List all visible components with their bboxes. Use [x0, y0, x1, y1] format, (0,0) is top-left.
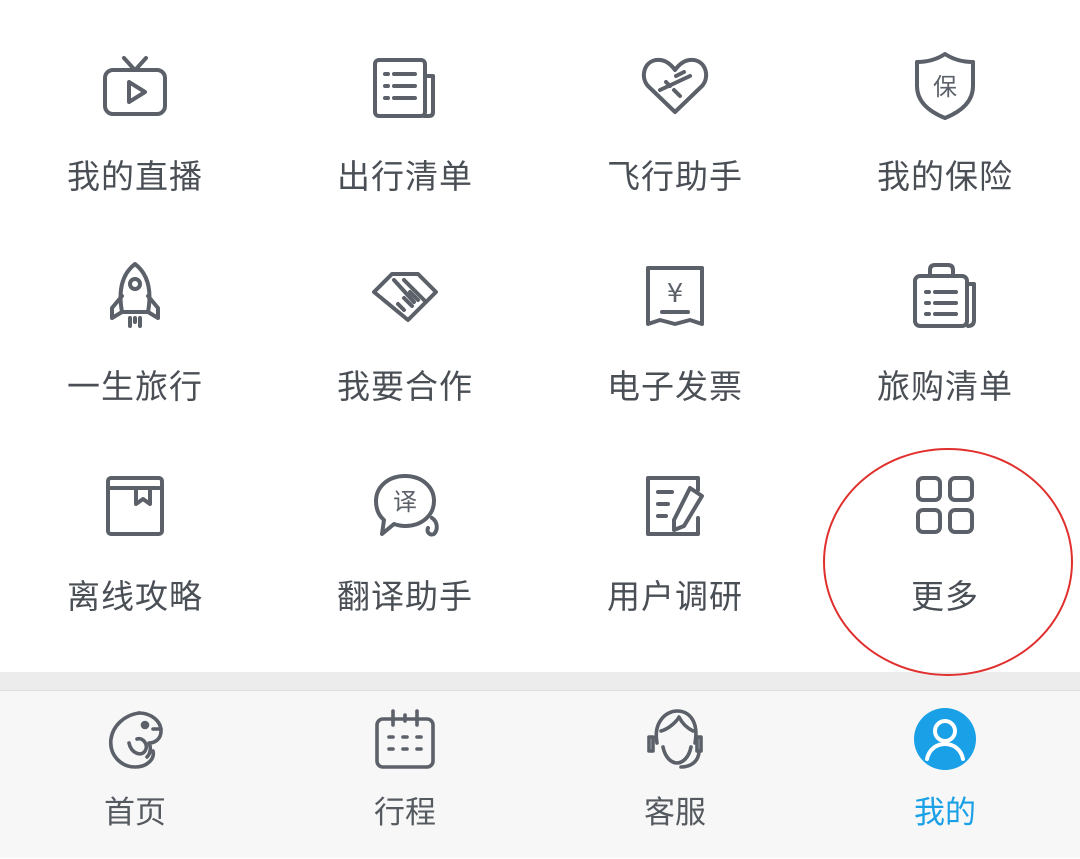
- menu-item-cooperation[interactable]: 我要合作: [270, 210, 540, 420]
- tab-label: 行程: [374, 795, 436, 831]
- menu-item-shopping-list[interactable]: 旅购清单: [810, 210, 1080, 420]
- tab-home[interactable]: 首页: [0, 691, 270, 859]
- feature-grid: 我的直播 出行清单 飞行助手 保 我的保险 一生旅行 我要合作 ¥ 电子发票 旅…: [0, 0, 1080, 672]
- menu-item-label: 我的直播: [67, 157, 203, 196]
- menu-item-flight-assistant[interactable]: 飞行助手: [540, 0, 810, 210]
- menu-item-more[interactable]: 更多: [810, 420, 1080, 630]
- tab-customer-service[interactable]: 客服: [540, 691, 810, 859]
- svg-text:译: 译: [393, 488, 417, 516]
- tab-label: 客服: [644, 795, 706, 831]
- menu-item-label: 电子发票: [607, 367, 743, 406]
- menu-item-label: 我的保险: [877, 157, 1013, 196]
- menu-item-label: 出行清单: [337, 157, 473, 196]
- menu-item-e-invoice[interactable]: ¥ 电子发票: [540, 210, 810, 420]
- tab-itinerary[interactable]: 行程: [270, 691, 540, 859]
- svg-text:保: 保: [933, 73, 957, 101]
- svg-text:¥: ¥: [667, 279, 684, 309]
- tab-label: 首页: [104, 795, 166, 831]
- tab-my-profile[interactable]: 我的: [810, 691, 1080, 859]
- menu-item-label: 离线攻略: [67, 577, 203, 616]
- more-grid-icon: [910, 470, 980, 540]
- user-profile-icon: [913, 707, 977, 771]
- menu-item-label: 我要合作: [337, 367, 473, 406]
- menu-item-live[interactable]: 我的直播: [0, 0, 270, 210]
- menu-item-offline-guide[interactable]: 离线攻略: [0, 420, 270, 630]
- menu-item-label: 飞行助手: [607, 157, 743, 196]
- invoice-receipt-icon: ¥: [640, 260, 710, 330]
- heart-plane-icon: [640, 50, 710, 120]
- menu-item-label: 一生旅行: [67, 367, 203, 406]
- shopping-bag-list-icon: [910, 260, 980, 330]
- dolphin-home-icon: [103, 707, 167, 771]
- handshake-icon: [370, 260, 440, 330]
- menu-item-translation[interactable]: 译 翻译助手: [270, 420, 540, 630]
- tv-play-icon: [100, 50, 170, 120]
- calendar-icon: [373, 707, 437, 771]
- section-divider: [0, 672, 1080, 690]
- menu-item-label: 更多: [911, 577, 979, 616]
- menu-item-travel-checklist[interactable]: 出行清单: [270, 0, 540, 210]
- menu-item-insurance[interactable]: 保 我的保险: [810, 0, 1080, 210]
- menu-item-user-survey[interactable]: 用户调研: [540, 420, 810, 630]
- menu-item-label: 翻译助手: [337, 577, 473, 616]
- menu-item-label: 旅购清单: [877, 367, 1013, 406]
- bottom-tab-bar: 首页 行程 客服 我的: [0, 690, 1080, 858]
- rocket-icon: [100, 260, 170, 330]
- checklist-document-icon: [370, 50, 440, 120]
- insurance-shield-icon: 保: [910, 50, 980, 120]
- menu-item-label: 用户调研: [607, 577, 743, 616]
- offline-book-icon: [100, 470, 170, 540]
- customer-service-icon: [643, 707, 707, 771]
- tab-label: 我的: [914, 795, 976, 831]
- menu-item-lifetime-travel[interactable]: 一生旅行: [0, 210, 270, 420]
- survey-edit-icon: [640, 470, 710, 540]
- translate-bubble-icon: 译: [370, 470, 440, 540]
